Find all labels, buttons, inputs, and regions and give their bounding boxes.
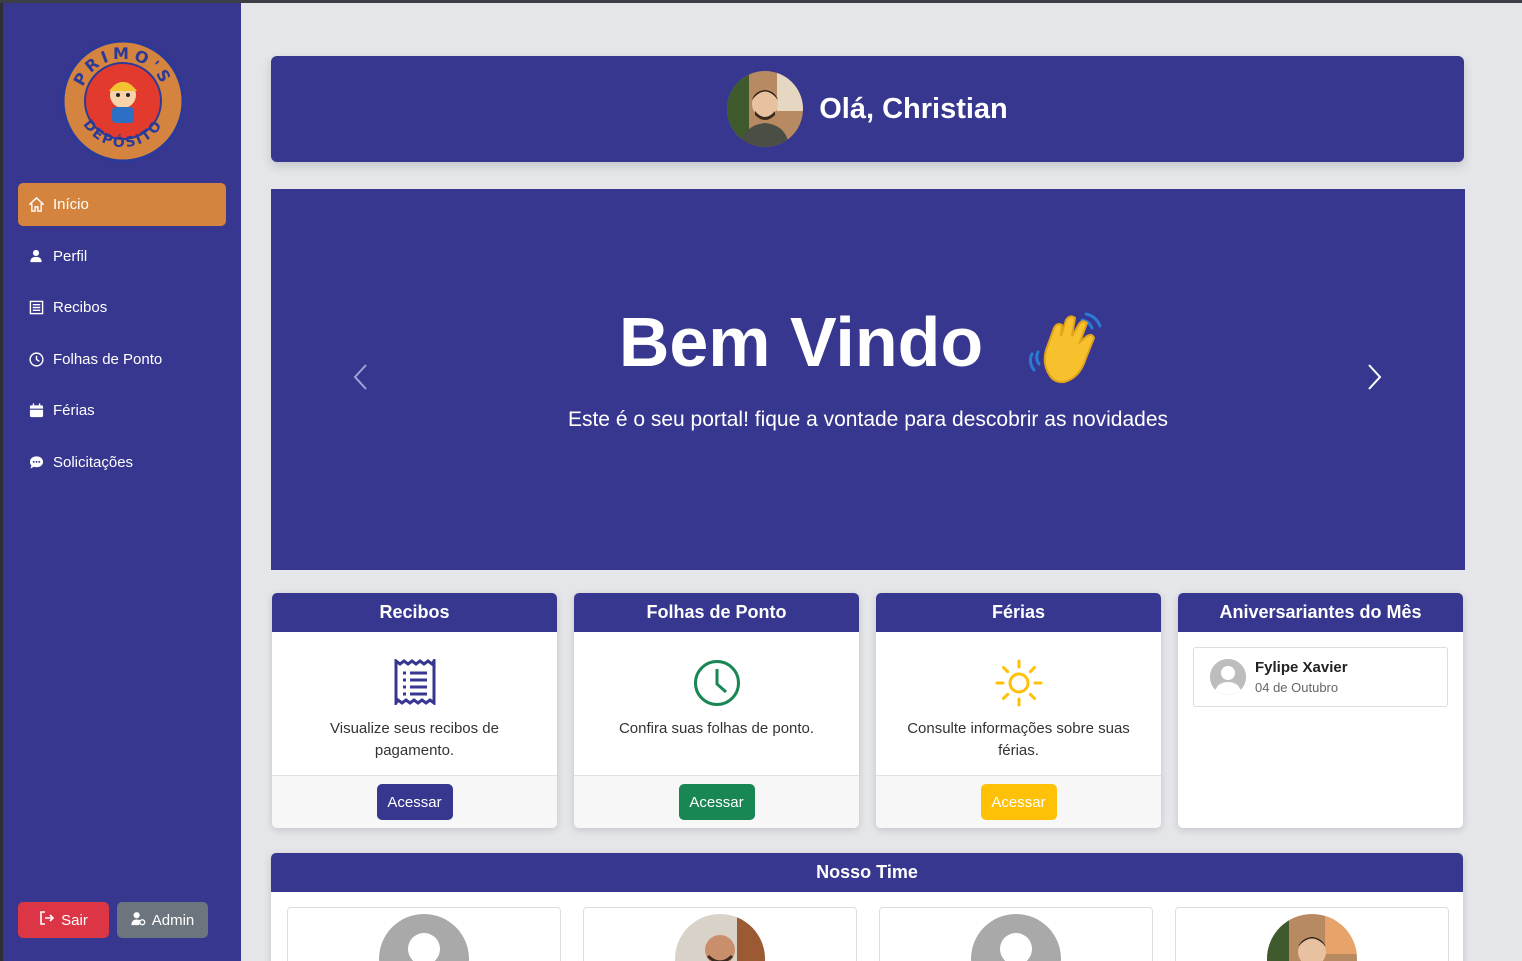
team-member-card[interactable] <box>287 907 561 961</box>
admin-label: Admin <box>151 911 195 929</box>
waving-hand-icon <box>1028 312 1102 384</box>
chevron-right-icon[interactable] <box>1362 362 1386 392</box>
user-icon <box>28 248 44 264</box>
card-recibos: Recibos Visualize seus recibos de pagame… <box>272 593 557 828</box>
folhas-access-button[interactable]: Acessar <box>678 784 755 820</box>
receipt-icon <box>28 300 44 316</box>
card-footer: Acessar <box>876 775 1161 828</box>
avatar <box>379 914 469 961</box>
avatar <box>1210 659 1246 695</box>
sidebar-actions: Sair Admin <box>18 902 208 938</box>
chat-icon <box>28 454 44 470</box>
card-ferias: Férias Consulte informações sobre suas f… <box>876 593 1161 828</box>
sidebar-item-label: Início <box>53 196 89 213</box>
sidebar-nav: Início Perfil Recibos Folhas de Ponto Fé… <box>18 183 226 493</box>
card-footer: Acessar <box>272 775 557 828</box>
calendar-icon <box>28 403 44 419</box>
team-member-card[interactable] <box>583 907 857 961</box>
sidebar-item-label: Perfil <box>53 247 88 265</box>
sidebar-item-perfil[interactable]: Perfil <box>18 235 226 278</box>
team-section: Nosso Time <box>271 853 1463 961</box>
card-description: Confira suas folhas de ponto. <box>618 720 815 737</box>
logout-icon <box>39 911 55 929</box>
greeting-header: Olá, Christian <box>271 56 1464 162</box>
ferias-access-button[interactable]: Acessar <box>980 784 1057 820</box>
carousel-title: Bem Vindo <box>618 303 984 381</box>
carousel-subtitle: Este é o seu portal! fique a vontade par… <box>567 408 1169 431</box>
birthday-item[interactable]: Fylipe Xavier 04 de Outubro <box>1193 647 1448 707</box>
card-title: Férias <box>876 593 1161 632</box>
company-logo: PRIMO'S DEPÓSITO <box>61 39 185 163</box>
logout-label: Sair <box>61 911 88 929</box>
team-member-card[interactable] <box>1175 907 1449 961</box>
sidebar-item-folhas-de-ponto[interactable]: Folhas de Ponto <box>18 338 226 381</box>
sidebar: PRIMO'S DEPÓSITO Início Perfil Recibos F… <box>0 3 241 961</box>
clock-icon <box>28 351 44 367</box>
avatar <box>971 914 1061 961</box>
recibos-access-button[interactable]: Acessar <box>376 784 453 820</box>
card-title: Aniversariantes do Mês <box>1178 593 1463 632</box>
sidebar-item-ferias[interactable]: Férias <box>18 389 226 432</box>
card-title: Recibos <box>272 593 557 632</box>
avatar <box>675 914 765 961</box>
card-aniversariantes: Aniversariantes do Mês Fylipe Xavier 04 … <box>1178 593 1463 828</box>
card-footer: Acessar <box>574 775 859 828</box>
card-folhas-de-ponto: Folhas de Ponto Confira suas folhas de p… <box>574 593 859 828</box>
logout-button[interactable]: Sair <box>18 902 109 938</box>
avatar <box>1267 914 1357 961</box>
receipt-icon <box>272 659 557 705</box>
sidebar-item-label: Férias <box>53 402 95 420</box>
sidebar-item-inicio[interactable]: Início <box>18 183 226 226</box>
chevron-left-icon[interactable] <box>349 362 373 392</box>
sidebar-item-label: Recibos <box>53 299 108 317</box>
team-member-card[interactable] <box>879 907 1153 961</box>
clock-icon <box>574 659 859 707</box>
greeting-text: Olá, Christian <box>819 92 1008 125</box>
sidebar-item-label: Solicitações <box>53 453 134 471</box>
home-icon <box>28 197 44 213</box>
sidebar-item-label: Folhas de Ponto <box>53 350 163 368</box>
admin-icon <box>131 911 146 930</box>
sun-icon <box>876 659 1161 707</box>
birthday-name: Fylipe Xavier <box>1255 659 1348 676</box>
birthday-date: 04 de Outubro <box>1255 680 1339 695</box>
sidebar-item-recibos[interactable]: Recibos <box>18 286 226 329</box>
team-title: Nosso Time <box>271 853 1463 892</box>
user-avatar[interactable] <box>727 71 804 147</box>
card-description: Visualize seus recibos de pagamento. <box>330 720 499 759</box>
card-description: Consulte informações sobre suas férias. <box>907 720 1130 759</box>
sidebar-item-solicitacoes[interactable]: Solicitações <box>18 441 226 484</box>
admin-button[interactable]: Admin <box>117 902 208 938</box>
card-title: Folhas de Ponto <box>574 593 859 632</box>
